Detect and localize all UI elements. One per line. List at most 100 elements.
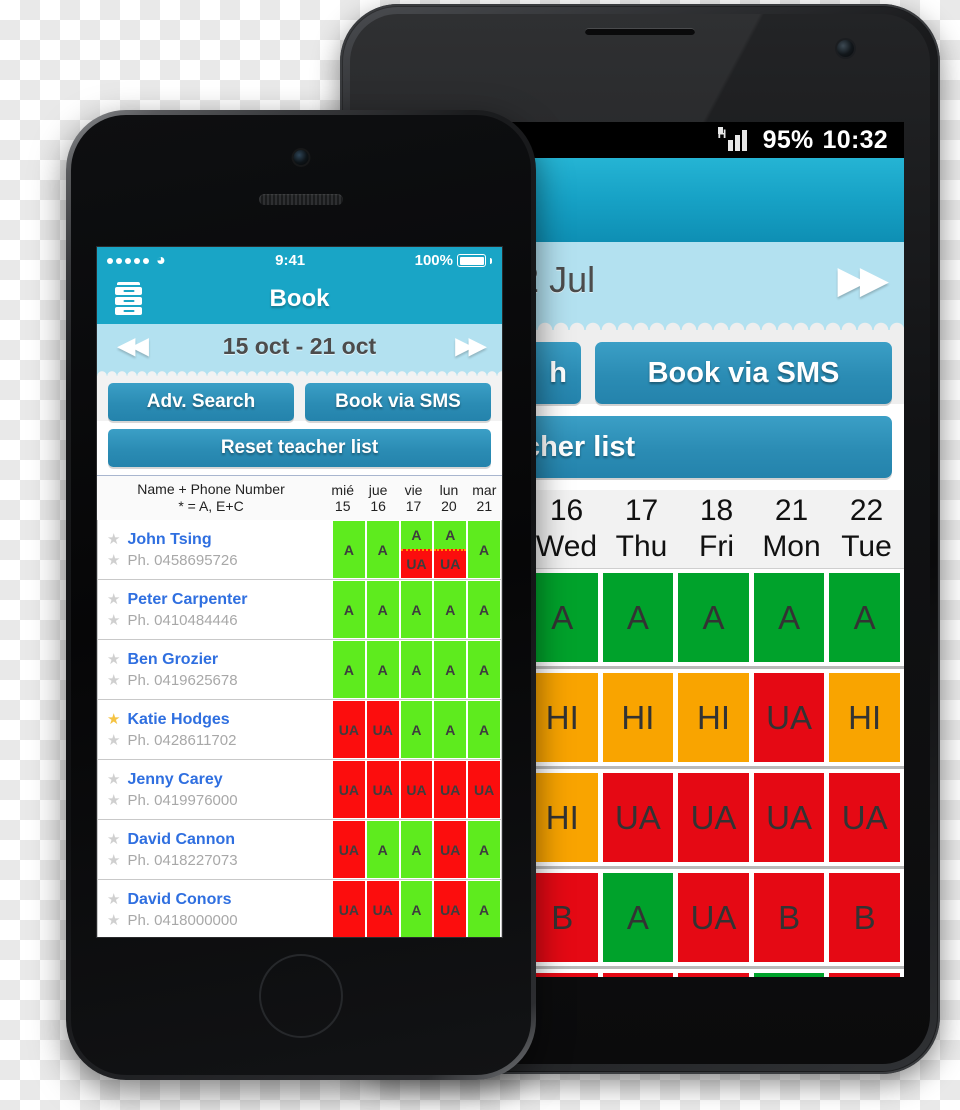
availability-cell[interactable]: A [366, 641, 399, 698]
availability-cell[interactable]: UA [829, 773, 900, 862]
availability-cell[interactable]: A [400, 581, 433, 638]
availability-cell[interactable]: A [602, 873, 674, 962]
availability-cell[interactable]: HI [829, 673, 900, 762]
availability-cell[interactable]: UA [678, 873, 749, 962]
ios-book-via-sms-button[interactable]: Book via SMS [305, 383, 491, 421]
teacher-name[interactable]: David Conors [127, 891, 231, 909]
table-row[interactable]: ★ David Conors ★ Ph. 0418000000 UA UA A UA A [97, 880, 502, 937]
star-icon[interactable]: ★ [107, 892, 120, 907]
availability-cell[interactable]: B [753, 873, 825, 962]
availability-cell[interactable]: A [434, 581, 467, 638]
availability-cell[interactable]: UA [333, 821, 365, 878]
availability-cell[interactable]: A [366, 581, 399, 638]
availability-cell[interactable]: UA [333, 761, 365, 818]
star-icon[interactable]: ★ [107, 673, 120, 688]
ios-adv-search-button[interactable]: Adv. Search [108, 383, 294, 421]
availability-cell[interactable]: B [829, 873, 900, 962]
home-button[interactable] [259, 954, 343, 1038]
star-icon[interactable]: ★ [107, 592, 120, 607]
fast-forward-icon[interactable]: ▶▶ [838, 258, 890, 303]
availability-cell-bottom[interactable]: UA [434, 548, 467, 578]
availability-cell[interactable]: A [400, 881, 433, 937]
table-row[interactable]: ★ Ben Grozier ★ Ph. 0419625678 A A A A A [97, 640, 502, 700]
availability-cell[interactable]: UA [333, 701, 365, 758]
star-icon[interactable]: ★ [107, 853, 120, 868]
availability-cell[interactable]: UA [333, 881, 365, 937]
availability-cell[interactable]: A [366, 521, 399, 578]
star-icon[interactable]: ★ [107, 712, 120, 727]
fast-forward-icon[interactable]: ▶▶ [455, 332, 487, 361]
rewind-icon[interactable]: ◀◀ [117, 332, 149, 361]
availability-cell[interactable]: A UA [434, 521, 467, 578]
availability-cell[interactable]: UA [468, 761, 500, 818]
star-icon[interactable]: ★ [107, 832, 120, 847]
availability-cell[interactable]: UA [602, 773, 674, 862]
availability-cell[interactable]: A [400, 821, 433, 878]
availability-cell-bottom[interactable]: UA [400, 548, 433, 578]
availability-cell[interactable]: A [400, 641, 433, 698]
availability-cell[interactable]: HI [527, 673, 598, 762]
table-row[interactable]: ★ David Cannon ★ Ph. 0418227073 UA A A UA A [97, 820, 502, 880]
availability-cell[interactable]: UA [753, 673, 825, 762]
availability-cell[interactable]: A [333, 641, 365, 698]
availability-cell-top[interactable]: A [434, 521, 467, 549]
availability-cell[interactable]: A [527, 573, 598, 662]
availability-cell[interactable]: A [468, 521, 500, 578]
availability-cell[interactable]: B [602, 973, 674, 977]
availability-cell[interactable]: A [468, 701, 500, 758]
ios-reset-teacher-list-button[interactable]: Reset teacher list [108, 429, 491, 467]
availability-cell[interactable]: B [527, 873, 598, 962]
star-icon[interactable]: ★ [107, 532, 120, 547]
star-icon[interactable]: ★ [107, 613, 120, 628]
star-icon[interactable]: ★ [107, 793, 120, 808]
availability-cell[interactable]: HI [678, 673, 749, 762]
availability-cell[interactable]: A [829, 573, 900, 662]
availability-cell[interactable]: A [333, 581, 365, 638]
availability-cell[interactable]: HI [602, 673, 674, 762]
availability-cell[interactable]: A [333, 521, 365, 578]
availability-cell[interactable]: UA [527, 973, 598, 977]
availability-cell[interactable]: UA [366, 761, 399, 818]
availability-cell[interactable]: UA [753, 773, 825, 862]
table-row[interactable]: ★ Katie Hodges ★ Ph. 0428611702 UA UA A A A [97, 700, 502, 760]
star-icon[interactable]: ★ [107, 733, 120, 748]
availability-cell[interactable]: UA [678, 773, 749, 862]
availability-cell[interactable]: UA [400, 761, 433, 818]
availability-cell[interactable]: A [468, 821, 500, 878]
teacher-name[interactable]: David Cannon [127, 831, 235, 849]
availability-cell[interactable]: A [602, 573, 674, 662]
availability-cell[interactable]: A UA [400, 521, 433, 578]
teacher-name[interactable]: Katie Hodges [127, 711, 229, 729]
table-row[interactable]: ★ Peter Carpenter ★ Ph. 0410484446 A A A A A [97, 580, 502, 640]
availability-cell[interactable]: UA [366, 881, 399, 937]
availability-cell[interactable]: A [753, 973, 825, 977]
teacher-name[interactable]: John Tsing [127, 531, 211, 549]
availability-cell[interactable]: A [434, 641, 467, 698]
table-row[interactable]: ★ John Tsing ★ Ph. 0458695726 A A A UA A UA A [97, 520, 502, 580]
star-icon[interactable]: ★ [107, 772, 120, 787]
teacher-name[interactable]: Peter Carpenter [127, 591, 247, 609]
availability-cell[interactable]: B [829, 973, 900, 977]
teacher-name[interactable]: Jenny Carey [127, 771, 222, 789]
availability-cell[interactable]: A [468, 581, 500, 638]
teacher-name[interactable]: Ben Grozier [127, 651, 218, 669]
table-row[interactable]: ★ Jenny Carey ★ Ph. 0419976000 UA UA UA UA UA [97, 760, 502, 820]
availability-cell[interactable]: A [468, 881, 500, 937]
availability-cell[interactable]: A [678, 573, 749, 662]
availability-cell[interactable]: A [468, 641, 500, 698]
availability-cell[interactable]: UA [434, 881, 467, 937]
star-icon[interactable]: ★ [107, 652, 120, 667]
availability-cell[interactable]: B [678, 973, 749, 977]
availability-cell[interactable]: UA [434, 761, 467, 818]
availability-cell[interactable]: A [366, 821, 399, 878]
availability-cell-top[interactable]: A [400, 521, 433, 549]
android-book-via-sms-button[interactable]: Book via SMS [595, 342, 892, 404]
availability-cell[interactable]: HI [527, 773, 598, 862]
availability-cell[interactable]: A [400, 701, 433, 758]
ios-week-selector[interactable]: ◀◀ 15 oct - 21 oct ▶▶ [97, 324, 502, 368]
filing-cabinet-icon[interactable] [115, 282, 142, 316]
availability-cell[interactable]: UA [434, 821, 467, 878]
availability-cell[interactable]: UA [366, 701, 399, 758]
star-icon[interactable]: ★ [107, 913, 120, 928]
star-icon[interactable]: ★ [107, 553, 120, 568]
